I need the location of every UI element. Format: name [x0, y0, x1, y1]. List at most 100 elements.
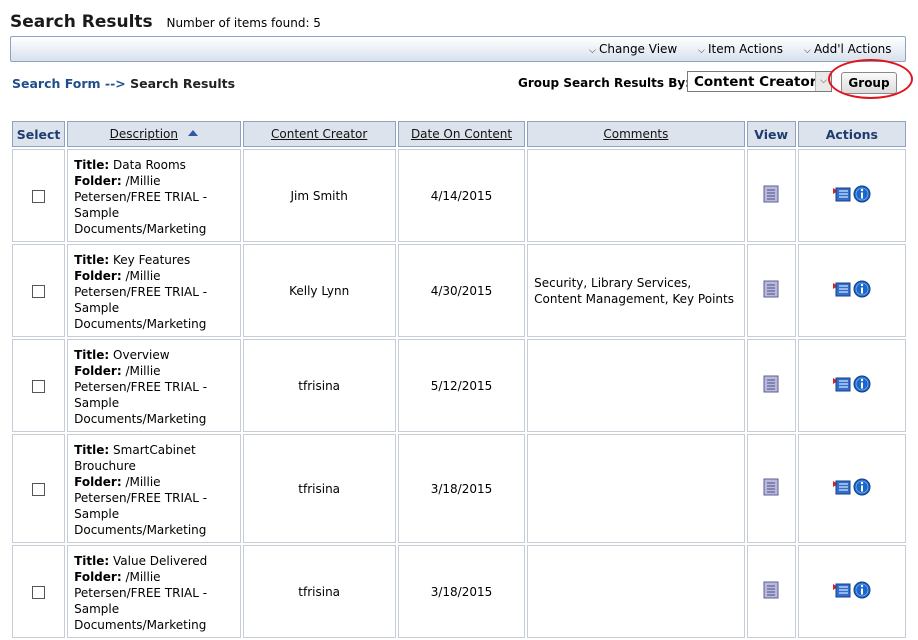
col-content-creator[interactable]: Content Creator — [242, 121, 396, 147]
content-creator-cell: tfrisina — [242, 545, 396, 638]
col-date-on-content[interactable]: Date On Content — [397, 121, 526, 147]
date-cell: 4/14/2015 — [397, 149, 526, 242]
folder-label: Folder: — [74, 268, 122, 283]
date-cell: 3/18/2015 — [397, 545, 526, 638]
chevron-down-icon: ⌵ — [698, 46, 705, 56]
comments-cell — [527, 339, 745, 432]
item-title: Key Features — [113, 252, 191, 267]
description-cell: Title: Data Rooms Folder: /Millie Peters… — [67, 149, 241, 242]
properties-icon[interactable] — [832, 376, 851, 395]
view-cell — [746, 545, 796, 638]
chevron-down-icon: ⌵ — [804, 46, 811, 56]
date-cell: 4/30/2015 — [397, 244, 526, 337]
document-icon[interactable] — [763, 581, 779, 602]
addl-actions-menu[interactable]: ⌵ Add'l Actions — [804, 42, 892, 56]
col-view: View — [746, 121, 796, 147]
chevron-down-icon[interactable]: ⌵ — [815, 72, 831, 91]
document-icon[interactable] — [763, 280, 779, 301]
breadcrumb-current: Search Results — [130, 76, 236, 91]
actions-cell — [797, 244, 906, 337]
folder-label: Folder: — [74, 474, 122, 489]
view-cell — [746, 434, 796, 543]
actions-cell — [797, 545, 906, 638]
toolbar: ⌵ Change View ⌵ Item Actions ⌵ Add'l Action… — [10, 36, 906, 62]
comments-cell: Security, Library Services, Content Mana… — [527, 244, 745, 337]
properties-icon[interactable] — [832, 186, 851, 205]
properties-icon[interactable] — [832, 582, 851, 601]
info-icon[interactable] — [853, 375, 871, 396]
col-description[interactable]: Description — [67, 121, 241, 147]
actions-cell — [797, 434, 906, 543]
comments-cell — [527, 149, 745, 242]
results-body: Title: Data Rooms Folder: /Millie Peters… — [12, 149, 906, 638]
description-cell: Title: Value Delivered Folder: /Millie P… — [67, 545, 241, 638]
actions-cell — [797, 339, 906, 432]
col-actions: Actions — [797, 121, 906, 147]
table-row: Title: Overview Folder: /Millie Petersen… — [12, 339, 906, 432]
select-cell — [12, 434, 66, 543]
info-icon[interactable] — [853, 185, 871, 206]
description-cell: Title: Key Features Folder: /Millie Pete… — [67, 244, 241, 337]
content-creator-cell: tfrisina — [242, 434, 396, 543]
properties-icon[interactable] — [832, 281, 851, 300]
row-checkbox[interactable] — [32, 379, 46, 393]
title-label: Title: — [74, 252, 110, 267]
col-comments[interactable]: Comments — [527, 121, 745, 147]
table-header-row: Select Description Content Creator Date … — [12, 121, 906, 147]
select-cell — [12, 244, 66, 337]
select-cell — [12, 149, 66, 242]
table-row: Title: Value Delivered Folder: /Millie P… — [12, 545, 906, 638]
select-cell — [12, 545, 66, 638]
group-by-selected-value: Content Creator — [694, 74, 817, 90]
item-actions-menu[interactable]: ⌵ Item Actions — [698, 42, 783, 56]
items-found-count: Number of items found: 5 — [166, 16, 321, 30]
info-icon[interactable] — [853, 581, 871, 602]
title-label: Title: — [74, 347, 110, 362]
breadcrumb-separator: --> — [104, 76, 126, 91]
info-icon[interactable] — [853, 478, 871, 499]
title-label: Title: — [74, 442, 110, 457]
row-checkbox[interactable] — [32, 189, 46, 203]
document-icon[interactable] — [763, 478, 779, 499]
row-checkbox[interactable] — [32, 284, 46, 298]
search-form-link[interactable]: Search Form — [12, 76, 101, 91]
comments-cell — [527, 434, 745, 543]
date-cell: 5/12/2015 — [397, 339, 526, 432]
content-creator-cell: Kelly Lynn — [242, 244, 396, 337]
title-label: Title: — [74, 157, 110, 172]
actions-cell — [797, 149, 906, 242]
title-label: Title: — [74, 553, 110, 568]
row-checkbox[interactable] — [32, 482, 46, 496]
chevron-down-icon: ⌵ — [589, 46, 596, 56]
folder-label: Folder: — [74, 173, 122, 188]
table-row: Title: Key Features Folder: /Millie Pete… — [12, 244, 906, 337]
row-checkbox[interactable] — [32, 585, 46, 599]
item-title: Data Rooms — [113, 157, 186, 172]
table-row: Title: Data Rooms Folder: /Millie Peters… — [12, 149, 906, 242]
group-by-select[interactable]: Content Creator ⌵ — [687, 71, 832, 92]
info-icon[interactable] — [853, 280, 871, 301]
description-cell: Title: SmartCabinet Brouchure Folder: /M… — [67, 434, 241, 543]
document-icon[interactable] — [763, 185, 779, 206]
view-cell — [746, 244, 796, 337]
description-cell: Title: Overview Folder: /Millie Petersen… — [67, 339, 241, 432]
view-cell — [746, 339, 796, 432]
page-header: Search Results Number of items found: 5 — [10, 12, 321, 34]
folder-label: Folder: — [74, 569, 122, 584]
group-by-label: Group Search Results By: — [518, 76, 690, 90]
col-select: Select — [12, 121, 66, 147]
item-title: Overview — [113, 347, 170, 362]
page-title: Search Results — [10, 12, 153, 32]
date-cell: 3/18/2015 — [397, 434, 526, 543]
document-icon[interactable] — [763, 375, 779, 396]
group-button[interactable]: Group — [841, 72, 897, 94]
breadcrumb: Search Form --> Search Results — [12, 76, 235, 91]
properties-icon[interactable] — [832, 479, 851, 498]
folder-label: Folder: — [74, 363, 122, 378]
change-view-menu[interactable]: ⌵ Change View — [589, 42, 677, 56]
content-creator-cell: Jim Smith — [242, 149, 396, 242]
results-table: Select Description Content Creator Date … — [10, 119, 908, 640]
content-creator-cell: tfrisina — [242, 339, 396, 432]
select-cell — [12, 339, 66, 432]
comments-cell — [527, 545, 745, 638]
